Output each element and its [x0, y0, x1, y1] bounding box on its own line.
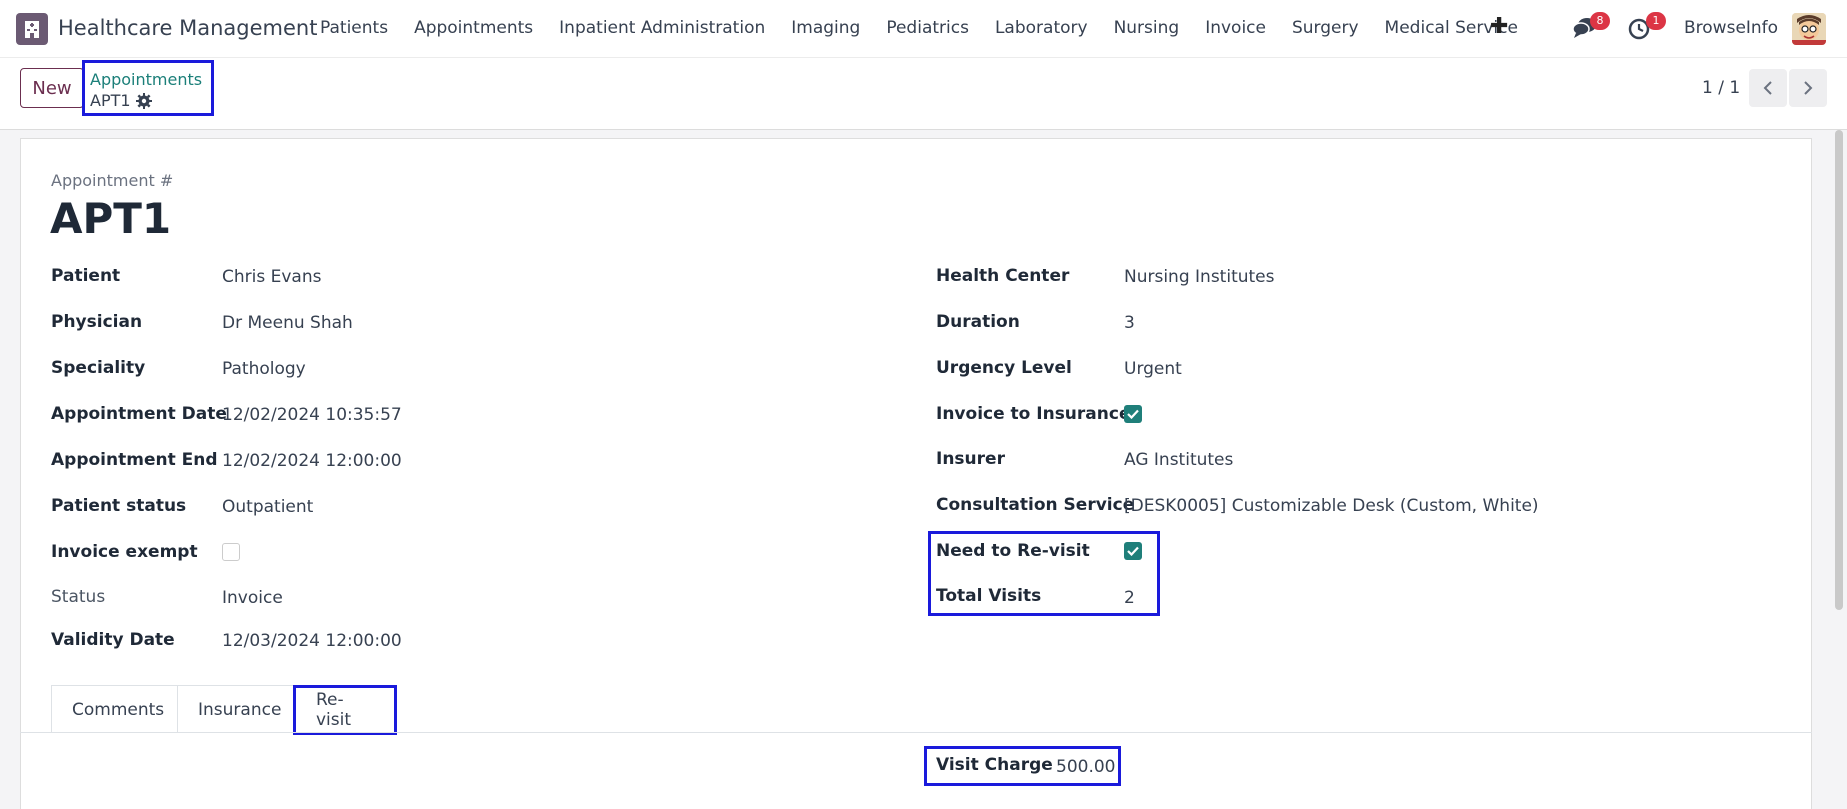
notebook-tabs: Comments Insurance Re-visit: [51, 685, 397, 735]
invoice-to-insurance-label: Invoice to Insurance: [936, 404, 1131, 424]
status-label: Status: [51, 587, 106, 607]
breadcrumb-current-label: APT1: [90, 91, 131, 110]
patient-field[interactable]: Chris Evans: [222, 267, 321, 287]
messages-icon[interactable]: 8: [1572, 12, 1610, 42]
speciality-label: Speciality: [51, 358, 146, 378]
need-revisit-label: Need to Re-visit: [936, 541, 1090, 561]
new-button[interactable]: New: [20, 68, 84, 108]
visit-charge-label: Visit Charge: [936, 755, 1053, 775]
app-title[interactable]: Healthcare Management: [58, 16, 317, 40]
duration-field[interactable]: 3: [1124, 313, 1135, 333]
messages-badge: 8: [1590, 12, 1610, 30]
menu-item-appointments[interactable]: Appointments: [414, 18, 533, 38]
insurer-label: Insurer: [936, 449, 1005, 469]
appointment-end-field[interactable]: 12/02/2024 12:00:00: [222, 451, 402, 471]
urgency-level-field[interactable]: Urgent: [1124, 359, 1182, 379]
control-panel: New Appointments APT1 1 / 1: [0, 58, 1847, 130]
menu-item-surgery[interactable]: Surgery: [1292, 18, 1359, 38]
invoice-exempt-checkbox[interactable]: [222, 543, 240, 561]
avatar[interactable]: [1792, 13, 1826, 45]
urgency-level-label: Urgency Level: [936, 358, 1072, 378]
appointment-end-label: Appointment End: [51, 450, 218, 470]
visit-charge-field[interactable]: 500.00: [1056, 757, 1115, 777]
tab-comments[interactable]: Comments: [51, 685, 178, 733]
consultation-service-field[interactable]: [DESK0005] Customizable Desk (Custom, Wh…: [1124, 496, 1539, 516]
invoice-exempt-label: Invoice exempt: [51, 542, 198, 562]
total-visits-label: Total Visits: [936, 586, 1042, 606]
checkmark-icon: [1127, 546, 1139, 556]
patient-status-label: Patient status: [51, 496, 187, 516]
physician-field[interactable]: Dr Meenu Shah: [222, 313, 353, 333]
physician-label: Physician: [51, 312, 143, 332]
validity-date-label: Validity Date: [51, 630, 175, 650]
tab-revisit[interactable]: Re-visit: [293, 685, 397, 735]
record-title[interactable]: APT1: [50, 194, 171, 243]
health-center-label: Health Center: [936, 266, 1070, 286]
appointment-date-label: Appointment Date: [51, 404, 227, 424]
appointment-date-field[interactable]: 12/02/2024 10:35:57: [222, 405, 402, 425]
breadcrumb-current: APT1: [90, 91, 152, 110]
menu-item-inpatient-administration[interactable]: Inpatient Administration: [559, 18, 765, 38]
consultation-service-label: Consultation Service: [936, 495, 1135, 515]
checkmark-icon: [1127, 409, 1139, 419]
plus-icon[interactable]: ✚: [1490, 14, 1508, 39]
status-field[interactable]: Invoice: [222, 588, 283, 608]
invoice-to-insurance-checkbox[interactable]: [1124, 405, 1142, 423]
top-navbar: Healthcare Management Patients Appointme…: [0, 0, 1847, 58]
breadcrumb-appointments-link[interactable]: Appointments: [90, 70, 202, 89]
menu-item-pediatrics[interactable]: Pediatrics: [886, 18, 969, 38]
main-menu: Patients Appointments Inpatient Administ…: [320, 18, 1544, 38]
pager-counter[interactable]: 1 / 1: [1702, 78, 1740, 98]
speciality-field[interactable]: Pathology: [222, 359, 306, 379]
appointment-number-label: Appointment #: [51, 171, 174, 190]
menu-item-laboratory[interactable]: Laboratory: [995, 18, 1088, 38]
insurer-field[interactable]: AG Institutes: [1124, 450, 1233, 470]
gear-icon[interactable]: [135, 92, 152, 109]
patient-status-field[interactable]: Outpatient: [222, 497, 313, 517]
validity-date-field[interactable]: 12/03/2024 12:00:00: [222, 631, 402, 651]
need-revisit-checkbox[interactable]: [1124, 542, 1142, 560]
duration-label: Duration: [936, 312, 1020, 332]
chevron-right-icon[interactable]: [1789, 69, 1827, 107]
patient-label: Patient: [51, 266, 121, 286]
breadcrumb: Appointments APT1: [82, 60, 214, 116]
menu-item-patients[interactable]: Patients: [320, 18, 388, 38]
tab-insurance[interactable]: Insurance: [177, 685, 294, 733]
scrollbar[interactable]: [1835, 130, 1843, 610]
user-name[interactable]: BrowseInfo: [1684, 18, 1778, 38]
chevron-left-icon[interactable]: [1749, 69, 1787, 107]
tab-divider: [20, 732, 1812, 733]
menu-item-imaging[interactable]: Imaging: [791, 18, 860, 38]
health-center-field[interactable]: Nursing Institutes: [1124, 267, 1275, 287]
hospital-icon[interactable]: [16, 13, 48, 45]
menu-item-nursing[interactable]: Nursing: [1114, 18, 1180, 38]
activities-badge: 1: [1646, 12, 1666, 30]
total-visits-field[interactable]: 2: [1124, 588, 1135, 608]
activity-clock-icon[interactable]: 1: [1628, 12, 1666, 42]
menu-item-invoice[interactable]: Invoice: [1205, 18, 1266, 38]
